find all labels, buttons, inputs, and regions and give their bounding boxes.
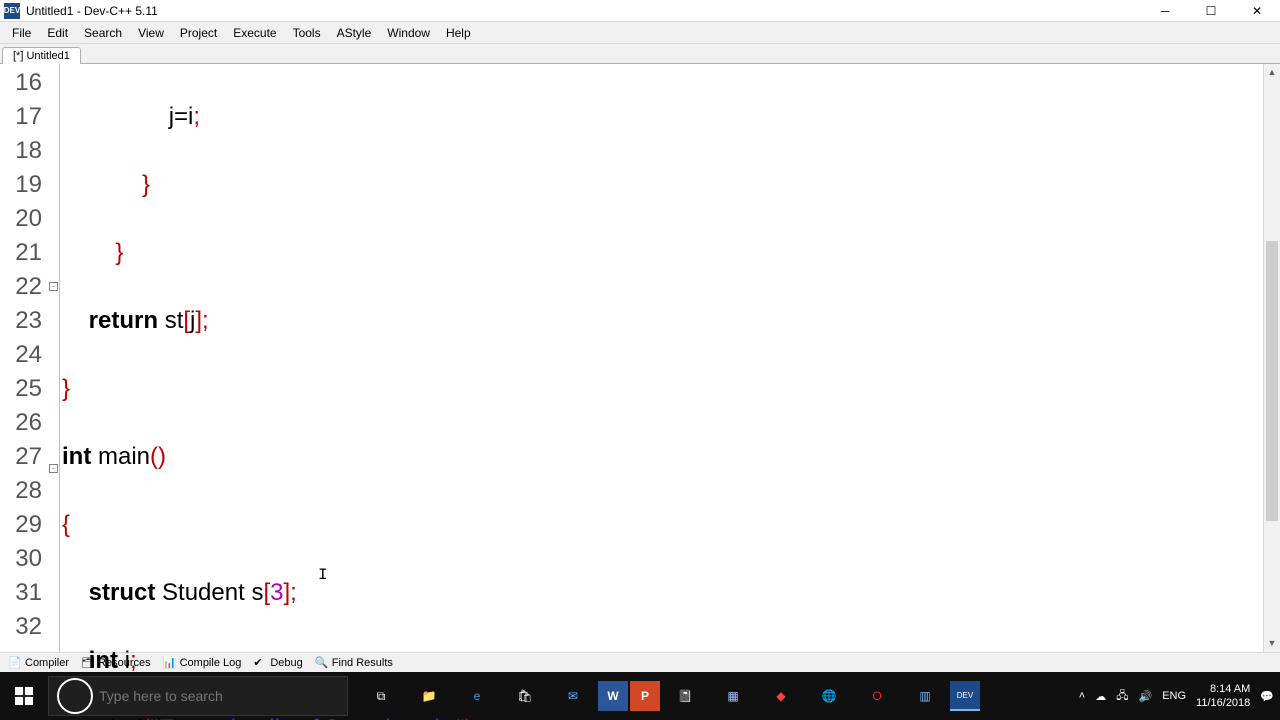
mouse-cursor-icon: I: [318, 558, 328, 592]
menu-help[interactable]: Help: [438, 23, 479, 43]
menu-astyle[interactable]: AStyle: [329, 23, 380, 43]
menu-view[interactable]: View: [130, 23, 172, 43]
line-gutter: 1617181920212223242526272829303132: [0, 64, 48, 652]
start-button[interactable]: [0, 672, 48, 720]
menu-tools[interactable]: Tools: [285, 23, 329, 43]
fold-column: - -: [48, 64, 60, 652]
close-button[interactable]: ✕: [1234, 0, 1280, 22]
windows-icon: [15, 687, 33, 705]
scroll-down-icon[interactable]: ▼: [1264, 635, 1280, 652]
code-area[interactable]: j=i; } } return st[j]; } int main() { st…: [60, 64, 1280, 652]
fold-icon[interactable]: -: [49, 464, 58, 473]
menu-window[interactable]: Window: [379, 23, 438, 43]
file-tab[interactable]: [*] Untitled1: [2, 47, 81, 64]
menu-execute[interactable]: Execute: [225, 23, 284, 43]
menu-file[interactable]: File: [4, 23, 39, 43]
window-title: Untitled1 - Dev-C++ 5.11: [26, 4, 1142, 18]
titlebar: DEV Untitled1 - Dev-C++ 5.11 ─ ☐ ✕: [0, 0, 1280, 22]
menubar: File Edit Search View Project Execute To…: [0, 22, 1280, 44]
menu-project[interactable]: Project: [172, 23, 225, 43]
compiler-icon: 📄: [8, 656, 22, 670]
minimize-button[interactable]: ─: [1142, 0, 1188, 22]
scroll-up-icon[interactable]: ▲: [1264, 64, 1280, 81]
menu-search[interactable]: Search: [76, 23, 130, 43]
fold-icon[interactable]: -: [49, 282, 58, 291]
tabbar: [*] Untitled1: [0, 44, 1280, 64]
editor[interactable]: 1617181920212223242526272829303132 - - j…: [0, 64, 1280, 652]
vertical-scrollbar[interactable]: ▲ ▼: [1263, 64, 1280, 652]
app-icon: DEV: [4, 3, 20, 19]
scroll-thumb[interactable]: [1266, 241, 1278, 521]
menu-edit[interactable]: Edit: [39, 23, 76, 43]
maximize-button[interactable]: ☐: [1188, 0, 1234, 22]
